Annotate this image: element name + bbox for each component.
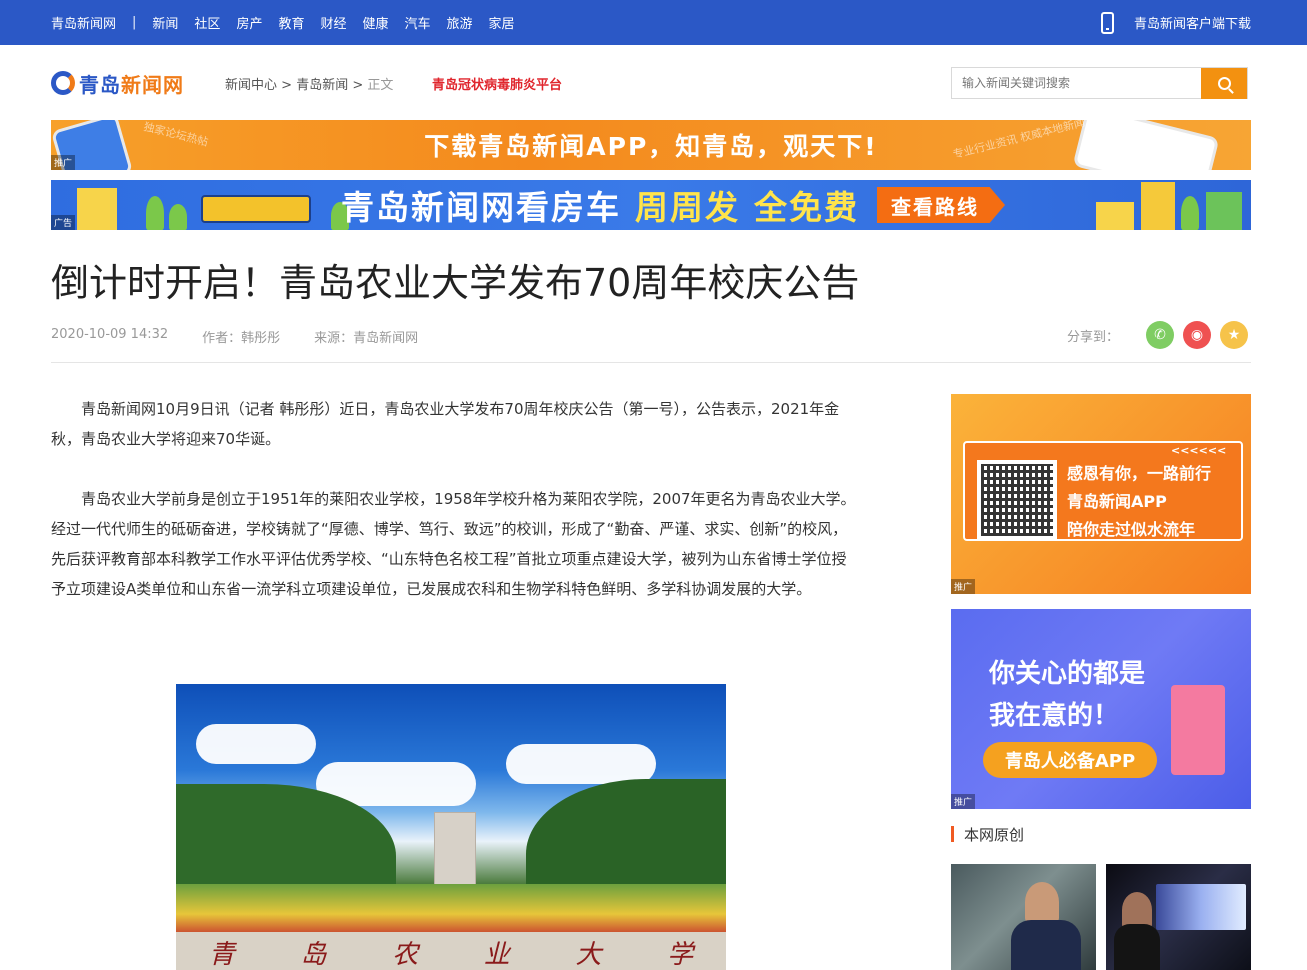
nav-item-home[interactable]: 家居 (489, 13, 515, 32)
qr-code (977, 460, 1057, 540)
site-logo[interactable]: 青岛新闻网 (51, 68, 184, 98)
site-home-link[interactable]: 青岛新闻网 (51, 13, 116, 32)
promo-tag: 推广 (951, 794, 976, 809)
nav-item-news[interactable]: 新闻 (152, 13, 178, 32)
nav-item-finance[interactable]: 财经 (320, 13, 346, 32)
sidebar-ad-text: 感恩有你，一路前行 青岛新闻APP 陪你走过似水流年 (1067, 464, 1212, 539)
article-meta: 2020-10-09 14:32 作者：韩彤彤 来源：青岛新闻网 (51, 327, 452, 346)
search-box (951, 67, 1248, 99)
covid-platform-link[interactable]: 青岛冠状病毒肺炎平台 (432, 74, 562, 93)
logo-q-icon (51, 71, 75, 95)
nav-item-house[interactable]: 房产 (236, 13, 262, 32)
section-accent-bar (951, 826, 954, 842)
app-download-link[interactable]: 青岛新闻客户端下载 (1100, 0, 1251, 45)
view-route-button[interactable]: 查看路线 (877, 187, 1005, 223)
campus-photo: 青 岛 农 业 大 学 (176, 684, 726, 970)
app-promo-text: 下载青岛新闻APP，知青岛，观天下! (424, 132, 878, 161)
article-paragraph: 青岛农业大学前身是创立于1951年的莱阳农业学校，1958年学校升格为莱阳农学院… (51, 490, 856, 598)
search-icon (1217, 77, 1231, 90)
sidebar-ad2-headline: 你关心的都是 我在意的！ (989, 659, 1146, 731)
app-download-label: 青岛新闻客户端下载 (1133, 17, 1251, 32)
app-promo-banner[interactable]: 独家论坛热帖 专业行业资讯 权威本地新闻 下载青岛新闻APP，知青岛，观天下! … (51, 120, 1251, 170)
original-thumb[interactable] (1106, 864, 1251, 970)
nav-item-community[interactable]: 社区 (194, 13, 220, 32)
search-button[interactable] (1201, 68, 1247, 99)
publish-date: 2020-10-09 14:32 (51, 327, 169, 342)
article-body: 青岛新闻网10月9日讯（记者 韩彤彤）近日，青岛农业大学发布70周年校庆公告（第… (51, 394, 856, 604)
breadcrumb: 新闻中心 > 青岛新闻 > 正文 (225, 78, 394, 93)
breadcrumb-current: 正文 (367, 78, 394, 93)
phone-icon (1100, 11, 1114, 34)
article-title: 倒计时开启！青岛农业大学发布70周年校庆公告 (51, 261, 860, 305)
article-author: 作者：韩彤彤 (202, 331, 281, 346)
nav-separator: | (132, 15, 137, 30)
title-divider (51, 362, 1251, 363)
original-content-heading: 本网原创 (951, 824, 1024, 844)
breadcrumb-qingdao-news[interactable]: 青岛新闻 (296, 78, 348, 93)
promo-tag: 推广 (51, 155, 76, 170)
nav-item-auto[interactable]: 汽车 (405, 13, 431, 32)
search-input[interactable] (952, 68, 1201, 98)
sidebar-ad2-pill: 青岛人必备APP (983, 742, 1157, 778)
ad-tag: 广告 (51, 215, 76, 230)
breadcrumb-news-center[interactable]: 新闻中心 (225, 78, 277, 93)
house-car-text: 青岛新闻网看房车 周周发 全免费 查看路线 (51, 180, 1251, 230)
arrows-decoration: <<<<<< (1171, 444, 1227, 457)
campus-tower (434, 812, 476, 890)
sidebar-app-ad-2[interactable]: 你关心的都是 我在意的！ 青岛人必备APP 推广 (951, 609, 1251, 809)
nav-item-health[interactable]: 健康 (362, 13, 388, 32)
house-car-banner[interactable]: 青岛新闻网看房车 周周发 全免费 查看路线 广告 (51, 180, 1251, 230)
campus-stone-inscription: 青 岛 农 业 大 学 (176, 932, 726, 970)
share-bar: 分享到： ✆ ◉ ★ (1067, 321, 1248, 349)
logo-text: 青岛新闻网 (79, 74, 184, 97)
top-nav: 青岛新闻网 | 新闻 社区 房产 教育 财经 健康 汽车 旅游 家居 (51, 0, 531, 45)
phone-illustration (1171, 685, 1225, 775)
sidebar-app-ad[interactable]: <<<<<< 感恩有你，一路前行 青岛新闻APP 陪你走过似水流年 推广 (951, 394, 1251, 594)
share-label: 分享到： (1066, 329, 1119, 345)
nav-item-travel[interactable]: 旅游 (447, 13, 473, 32)
weibo-icon[interactable]: ◉ (1183, 321, 1211, 349)
article-source: 来源：青岛新闻网 (314, 331, 419, 346)
wechat-icon[interactable]: ✆ (1146, 321, 1174, 349)
article-paragraph: 青岛新闻网10月9日讯（记者 韩彤彤）近日，青岛农业大学发布70周年校庆公告（第… (51, 400, 840, 448)
promo-tag: 推广 (951, 579, 976, 594)
original-thumb[interactable] (951, 864, 1096, 970)
top-nav-bar: 青岛新闻网 | 新闻 社区 房产 教育 财经 健康 汽车 旅游 家居 青岛新闻客… (0, 0, 1307, 45)
star-icon[interactable]: ★ (1220, 321, 1248, 349)
nav-item-education[interactable]: 教育 (278, 13, 304, 32)
